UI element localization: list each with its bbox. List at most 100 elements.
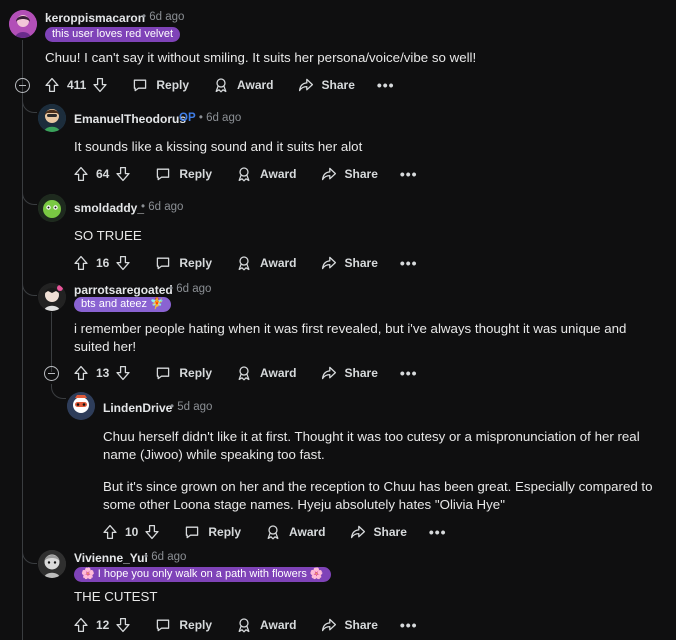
comment-body: Chuu! I can't say it without smiling. It… (45, 50, 477, 65)
avatar[interactable] (38, 550, 66, 578)
username[interactable]: LindenDrive (103, 401, 172, 415)
comment-body: But it's since grown on her and the rece… (103, 479, 653, 512)
downvote-icon[interactable] (144, 524, 160, 540)
thread-curve (22, 190, 37, 205)
downvote-icon[interactable] (115, 166, 131, 182)
award-button[interactable]: Award (236, 617, 297, 633)
reply-button[interactable]: Reply (155, 166, 212, 182)
award-icon (236, 255, 252, 271)
reply-icon (184, 524, 200, 540)
thread-curve (22, 98, 37, 113)
comment-actions: 64 Reply Award Share ••• (73, 164, 418, 184)
comment-actions: 16 Reply Award Share ••• (73, 253, 418, 273)
upvote-icon[interactable] (44, 77, 60, 93)
share-icon (321, 255, 337, 271)
avatar[interactable] (38, 283, 66, 311)
award-icon (265, 524, 281, 540)
comment-actions: 10 Reply Award Share ••• (102, 522, 447, 542)
timestamp[interactable]: • 6d ago (142, 11, 184, 23)
thread-curve (22, 281, 37, 296)
reply-icon (155, 617, 171, 633)
reply-button[interactable]: Reply (155, 617, 212, 633)
more-options-button[interactable]: ••• (377, 77, 395, 93)
award-button[interactable]: Award (265, 524, 326, 540)
username[interactable]: parrotsaregoated (74, 283, 173, 297)
comment-body: SO TRUEE (74, 228, 142, 243)
thread-curve (51, 384, 66, 399)
more-options-button[interactable]: ••• (400, 255, 418, 271)
more-options-button[interactable]: ••• (400, 166, 418, 182)
share-button[interactable]: Share (321, 617, 378, 633)
award-button[interactable]: Award (213, 77, 274, 93)
more-options-button[interactable]: ••• (400, 365, 418, 381)
reply-icon (155, 166, 171, 182)
username[interactable]: Vivienne_Yui (74, 551, 148, 565)
avatar[interactable] (38, 104, 66, 132)
downvote-icon[interactable] (115, 255, 131, 271)
downvote-icon[interactable] (115, 365, 131, 381)
username[interactable]: smoldaddy_ (74, 201, 144, 215)
username[interactable]: keroppismacaron (45, 11, 145, 25)
collapse-icon[interactable] (15, 78, 30, 93)
comment-body: THE CUTEST (74, 589, 158, 604)
comment-actions: 12 Reply Award Share ••• (73, 615, 418, 635)
share-icon (321, 365, 337, 381)
collapse-icon[interactable] (44, 366, 59, 381)
username[interactable]: EmanuelTheodorus (74, 112, 186, 126)
award-button[interactable]: Award (236, 255, 297, 271)
reply-button[interactable]: Reply (155, 365, 212, 381)
award-icon (236, 166, 252, 182)
upvote-icon[interactable] (73, 255, 89, 271)
upvote-icon[interactable] (73, 365, 89, 381)
comment-actions: 13 Reply Award Share ••• (73, 363, 418, 383)
user-flair: bts and ateez 🧚 (74, 297, 171, 312)
reply-button[interactable]: Reply (155, 255, 212, 271)
comment-body: Chuu herself didn't like it at first. Th… (103, 429, 640, 462)
share-button[interactable]: Share (321, 166, 378, 182)
upvote-icon[interactable] (73, 617, 89, 633)
timestamp[interactable]: OP • 6d ago (179, 112, 241, 124)
upvote-icon[interactable] (102, 524, 118, 540)
thread-curve (22, 549, 37, 564)
comment-body: It sounds like a kissing sound and it su… (74, 139, 363, 154)
user-flair: this user loves red velvet (45, 27, 181, 42)
vote-count: 12 (96, 618, 110, 632)
reply-icon (155, 255, 171, 271)
more-options-button[interactable]: ••• (400, 617, 418, 633)
vote-count: 411 (67, 78, 87, 92)
user-flair: 🌸 I hope you only walk on a path with fl… (74, 567, 331, 582)
timestamp[interactable]: • 6d ago (169, 283, 211, 295)
thread-line-nested (51, 312, 52, 372)
avatar[interactable] (67, 392, 95, 420)
share-icon (350, 524, 366, 540)
more-options-button[interactable]: ••• (429, 524, 447, 540)
share-button[interactable]: Share (321, 255, 378, 271)
share-button[interactable]: Share (350, 524, 407, 540)
upvote-icon[interactable] (73, 166, 89, 182)
downvote-icon[interactable] (92, 77, 108, 93)
vote-count: 10 (125, 525, 139, 539)
vote-count: 13 (96, 366, 110, 380)
share-button[interactable]: Share (321, 365, 378, 381)
timestamp[interactable]: • 5d ago (170, 401, 212, 413)
downvote-icon[interactable] (115, 617, 131, 633)
reply-button[interactable]: Reply (184, 524, 241, 540)
award-button[interactable]: Award (236, 365, 297, 381)
share-button[interactable]: Share (298, 77, 355, 93)
avatar[interactable] (9, 10, 37, 38)
vote-count: 16 (96, 256, 110, 270)
award-icon (236, 617, 252, 633)
avatar[interactable] (38, 194, 66, 222)
reply-button[interactable]: Reply (132, 77, 189, 93)
op-badge: OP (179, 112, 196, 124)
vote-count: 64 (96, 167, 110, 181)
award-icon (236, 365, 252, 381)
comment-actions: 411 Reply Award Share ••• (44, 75, 395, 95)
timestamp[interactable]: • 6d ago (141, 201, 183, 213)
reply-icon (132, 77, 148, 93)
share-icon (321, 166, 337, 182)
timestamp[interactable]: • 6d ago (144, 551, 186, 563)
award-button[interactable]: Award (236, 166, 297, 182)
award-icon (213, 77, 229, 93)
reply-icon (155, 365, 171, 381)
